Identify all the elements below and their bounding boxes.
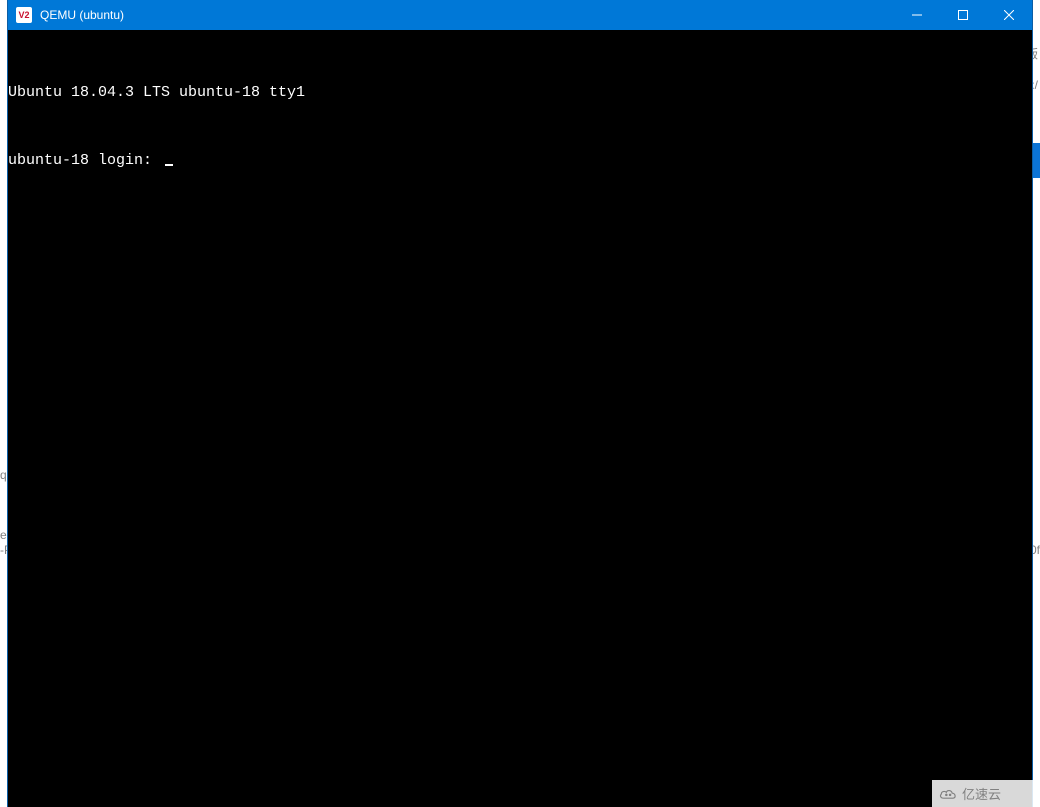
terminal[interactable]: Ubuntu 18.04.3 LTS ubuntu-18 tty1 ubuntu… — [8, 30, 1032, 807]
minimize-icon — [912, 10, 922, 20]
terminal-banner: Ubuntu 18.04.3 LTS ubuntu-18 tty1 — [8, 84, 1032, 102]
window-titlebar[interactable]: V2 QEMU (ubuntu) — [8, 0, 1032, 30]
close-icon — [1004, 10, 1014, 20]
cursor-icon — [165, 164, 173, 166]
watermark: 亿速云 — [932, 780, 1040, 807]
cloud-icon — [938, 787, 958, 801]
qemu-window: V2 QEMU (ubuntu) Ubuntu 18.04.3 LTS ubun… — [8, 0, 1032, 807]
maximize-button[interactable] — [940, 0, 986, 30]
watermark-text: 亿速云 — [962, 784, 1001, 803]
bg-frag: e — [0, 528, 7, 542]
login-prompt: ubuntu-18 login: — [8, 152, 161, 169]
minimize-button[interactable] — [894, 0, 940, 30]
maximize-icon — [958, 10, 968, 20]
login-prompt-line: ubuntu-18 login: — [8, 152, 1032, 170]
window-title: QEMU (ubuntu) — [40, 8, 124, 22]
vnc-icon: V2 — [16, 7, 32, 23]
close-button[interactable] — [986, 0, 1032, 30]
bg-frag — [1032, 143, 1040, 178]
window-controls — [894, 0, 1032, 30]
bg-frag: q — [0, 468, 7, 482]
